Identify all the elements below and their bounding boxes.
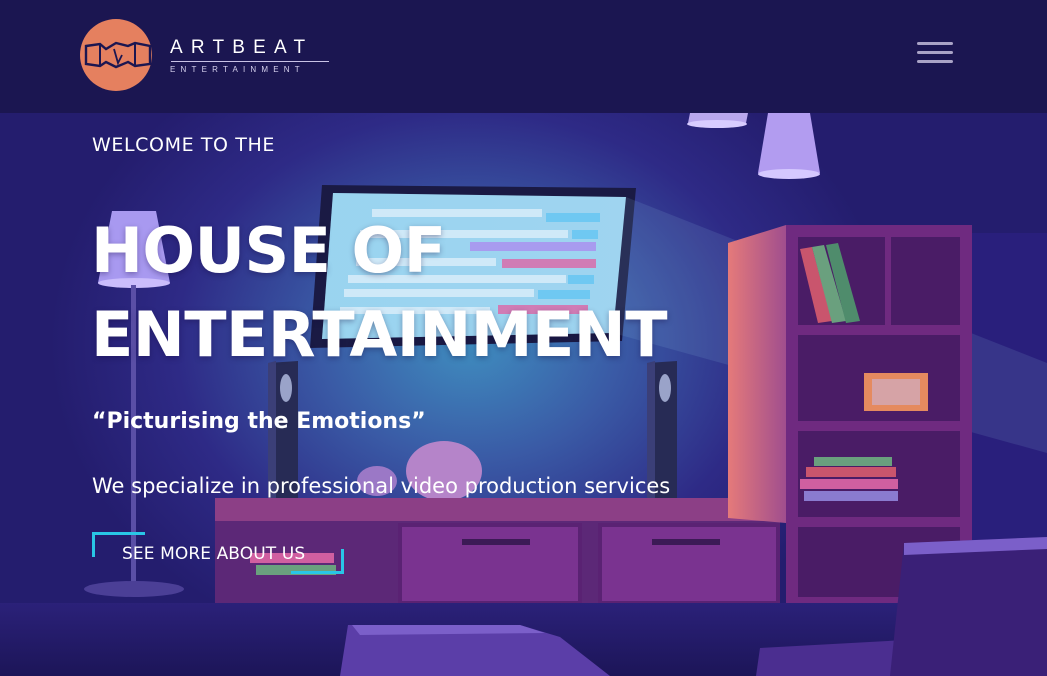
menu-bar (917, 60, 953, 63)
see-more-about-us-button[interactable]: SEE MORE ABOUT US (92, 532, 344, 574)
brand-name: ARTBEAT (170, 37, 314, 58)
hero-content: WELCOME TO THE HOUSE OF ENTERTAINMENT “P… (0, 113, 1047, 676)
site-header: ARTBEAT ENTERTAINMENT (0, 0, 1047, 113)
hero-description: We specialize in professional video prod… (92, 474, 671, 498)
hero-tagline: “Picturising the Emotions” (92, 409, 426, 434)
brand-subtitle: ENTERTAINMENT (170, 65, 305, 74)
headline-line-1: HOUSE OF (91, 214, 446, 287)
cta-label: SEE MORE ABOUT US (122, 544, 306, 564)
hamburger-menu-icon[interactable] (917, 40, 953, 66)
menu-bar (917, 42, 953, 45)
hero-headline: HOUSE OF ENTERTAINMENT (91, 209, 668, 377)
welcome-text: WELCOME TO THE (92, 134, 275, 156)
brand-divider (171, 61, 329, 62)
hero-section: WELCOME TO THE HOUSE OF ENTERTAINMENT “P… (0, 113, 1047, 676)
headline-line-2: ENTERTAINMENT (91, 298, 668, 371)
brand-wordmark[interactable]: ARTBEAT ENTERTAINMENT (170, 38, 329, 74)
menu-bar (917, 51, 953, 54)
film-reel-logo-icon[interactable] (80, 19, 152, 91)
